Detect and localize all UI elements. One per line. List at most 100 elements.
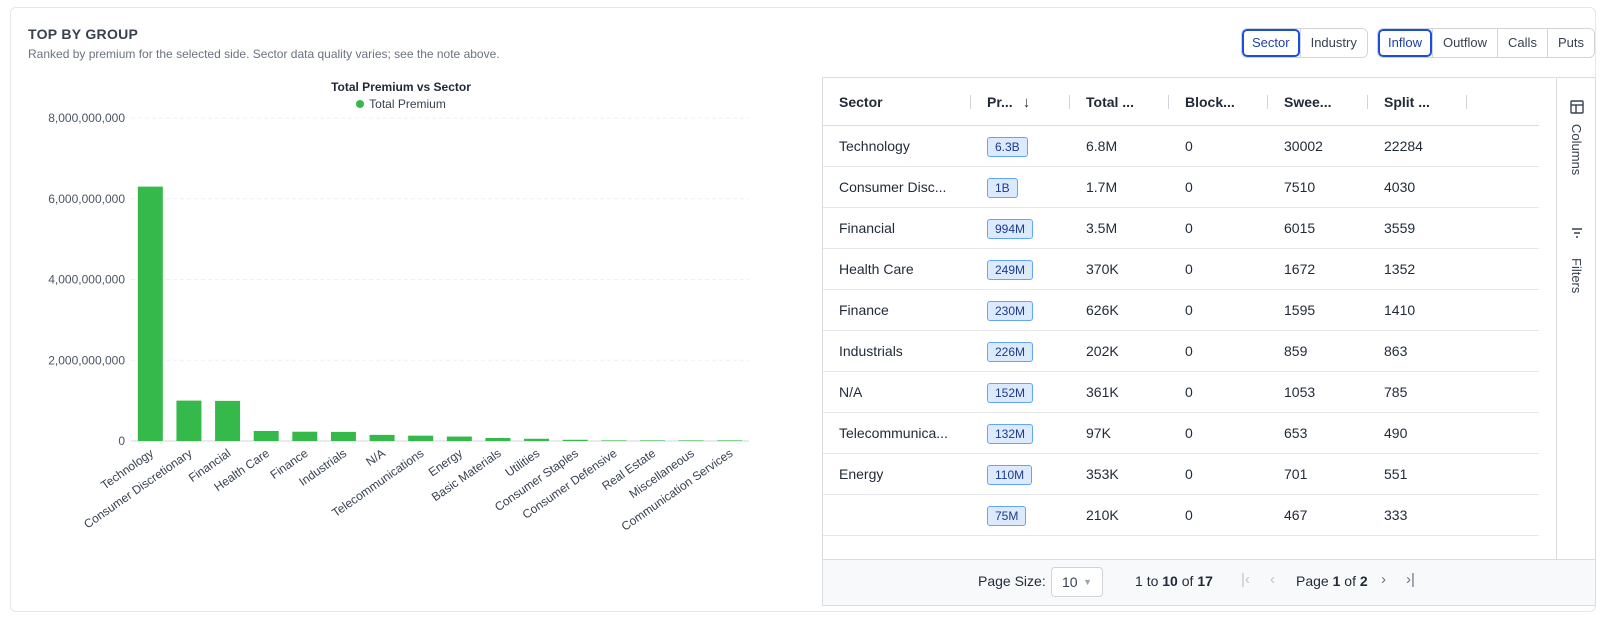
toggle-puts[interactable]: Puts [1546, 29, 1594, 57]
cell-premium: 1B [971, 167, 1070, 207]
table-row[interactable]: Health Care 249M 370K 0 1672 1352 [823, 249, 1539, 290]
premium-badge: 110M [987, 465, 1033, 486]
previous-page-icon[interactable]: ‹ [1270, 571, 1275, 588]
cell-sector: Telecommunica... [839, 425, 948, 441]
grid-side-panel: Columns Filters [1556, 78, 1595, 559]
table-row[interactable]: Telecommunica... 132M 97K 0 653 490 [823, 413, 1539, 454]
cell-sector: Consumer Disc... [839, 179, 947, 195]
arrow-down-icon: ↓ [1022, 94, 1031, 111]
table-row[interactable]: Financial 994M 3.5M 0 6015 3559 [823, 208, 1539, 249]
header-total[interactable]: Total ... [1070, 78, 1169, 126]
header-block[interactable]: Block... [1169, 78, 1268, 126]
cell-sweep: 701 [1284, 466, 1308, 482]
cell-split: 3559 [1384, 220, 1416, 236]
bar-real-estate[interactable] [639, 440, 665, 441]
premium-chart: Total Premium vs Sector Total Premium 02… [11, 68, 791, 613]
bar-finance[interactable] [292, 431, 318, 441]
bar-n-a[interactable] [369, 434, 395, 441]
toggle-industry[interactable]: Industry [1299, 29, 1367, 57]
y-tick-label: 6,000,000,000 [48, 192, 125, 206]
cell-split: 4030 [1384, 179, 1416, 195]
filter-icon [1571, 228, 1582, 238]
cell-sector: Technology [839, 138, 910, 154]
columns-panel-button[interactable]: Columns [1557, 100, 1596, 180]
cell-sector: Industrials [839, 343, 903, 359]
premium-badge: 230M [987, 301, 1034, 322]
cell-block: 0 [1185, 343, 1193, 359]
card-subtitle: Ranked by premium for the selected side.… [28, 47, 500, 61]
bar-industrials[interactable] [330, 431, 356, 441]
cell-block: 0 [1185, 220, 1193, 236]
cell-split: 863 [1384, 343, 1408, 359]
cell-total: 626K [1086, 302, 1119, 318]
cell-block: 0 [1185, 466, 1193, 482]
cell-split: 22284 [1384, 138, 1423, 154]
pagination-bar: Page Size: 10 ▼ 1 to 10 of 17 |‹ ‹ Page 1… [823, 559, 1595, 605]
next-page-icon[interactable]: › [1381, 571, 1386, 588]
cell-total: 3.5M [1086, 220, 1118, 236]
toggle-inflow[interactable]: Inflow [1378, 29, 1432, 57]
bar-financial[interactable] [215, 400, 241, 441]
page-size-select[interactable]: 10 ▼ [1051, 567, 1103, 597]
cell-sweep: 1672 [1284, 261, 1316, 277]
grid-rows: Technology 6.3B 6.8M 0 30002 22284 Consumer Di… [823, 126, 1539, 536]
table-row[interactable]: N/A 152M 361K 0 1053 785 [823, 372, 1539, 413]
table-row[interactable]: Technology 6.3B 6.8M 0 30002 22284 [823, 126, 1539, 167]
top-by-group-card: TOP BY GROUP Ranked by premium for the s… [10, 7, 1596, 612]
premium-badge: 152M [987, 383, 1034, 404]
premium-badge: 6.3B [987, 137, 1028, 158]
toggle-sector[interactable]: Sector [1242, 29, 1300, 57]
cell-total: 361K [1086, 384, 1119, 400]
cell-sweep: 1595 [1284, 302, 1316, 318]
cell-split: 333 [1384, 507, 1408, 523]
cell-total: 353K [1086, 466, 1119, 482]
first-page-icon[interactable]: |‹ [1241, 571, 1250, 588]
header-sector[interactable]: Sector [823, 78, 971, 126]
table-row[interactable]: Energy 110M 353K 0 701 551 [823, 454, 1539, 495]
cell-sector [823, 495, 971, 535]
cell-sector: N/A [839, 384, 863, 400]
table-row[interactable]: Consumer Disc... 1B 1.7M 0 7510 4030 [823, 167, 1539, 208]
premium-badge: 132M [987, 424, 1034, 445]
page-size-label: Page Size: [978, 573, 1046, 589]
y-tick-label: 4,000,000,000 [48, 273, 125, 287]
cell-total: 370K [1086, 261, 1119, 277]
toggle-calls[interactable]: Calls [1497, 29, 1547, 57]
cell-sweep: 7510 [1284, 179, 1316, 195]
premium-badge: 994M [987, 219, 1034, 240]
bar-chart-svg: 0 2,000,000,000 4,000,000,000 6,000,000,000… [48, 111, 749, 534]
table-row[interactable]: Finance 230M 626K 0 1595 1410 [823, 290, 1539, 331]
bar-basic-materials[interactable] [485, 437, 511, 441]
cell-total: 97K [1086, 425, 1111, 441]
toggle-outflow[interactable]: Outflow [1431, 29, 1498, 57]
card-title: TOP BY GROUP [28, 26, 139, 42]
cell-total: 1.7M [1086, 179, 1118, 195]
row-range: 1 to 10 of 17 [1135, 573, 1213, 589]
bar-health-care[interactable] [253, 430, 279, 441]
bar-consumer-discretionary[interactable] [176, 400, 202, 441]
bar-technology[interactable] [137, 186, 163, 441]
bar-energy[interactable] [446, 436, 472, 441]
bar-utilities[interactable] [524, 438, 550, 441]
header-split[interactable]: Split ... [1368, 78, 1467, 126]
header-extra [1467, 78, 1539, 126]
cell-total: 210K [1086, 507, 1119, 523]
header-premium[interactable]: Pr... ↓ [971, 78, 1070, 126]
bar-consumer-staples[interactable] [562, 439, 588, 441]
bar-consumer-defensive[interactable] [601, 440, 627, 441]
premium-badge: 1B [987, 178, 1018, 199]
cell-sector: Health Care [839, 261, 914, 277]
cell-premium: 994M [971, 208, 1070, 248]
cell-split: 1352 [1384, 261, 1416, 277]
table-row[interactable]: 75M 210K 0 467 333 [823, 495, 1539, 536]
bar-miscellaneous[interactable] [678, 440, 704, 441]
cell-sweep: 467 [1284, 507, 1308, 523]
cell-block: 0 [1185, 425, 1193, 441]
bar-telecommunications[interactable] [408, 435, 434, 441]
filters-panel-button[interactable]: Filters [1557, 226, 1596, 306]
last-page-icon[interactable]: ›| [1406, 571, 1415, 588]
bar-communication-services[interactable] [717, 440, 743, 441]
table-row[interactable]: Industrials 226M 202K 0 859 863 [823, 331, 1539, 372]
x-tick-label: N/A [363, 446, 387, 469]
header-sweep[interactable]: Swee... [1268, 78, 1368, 126]
